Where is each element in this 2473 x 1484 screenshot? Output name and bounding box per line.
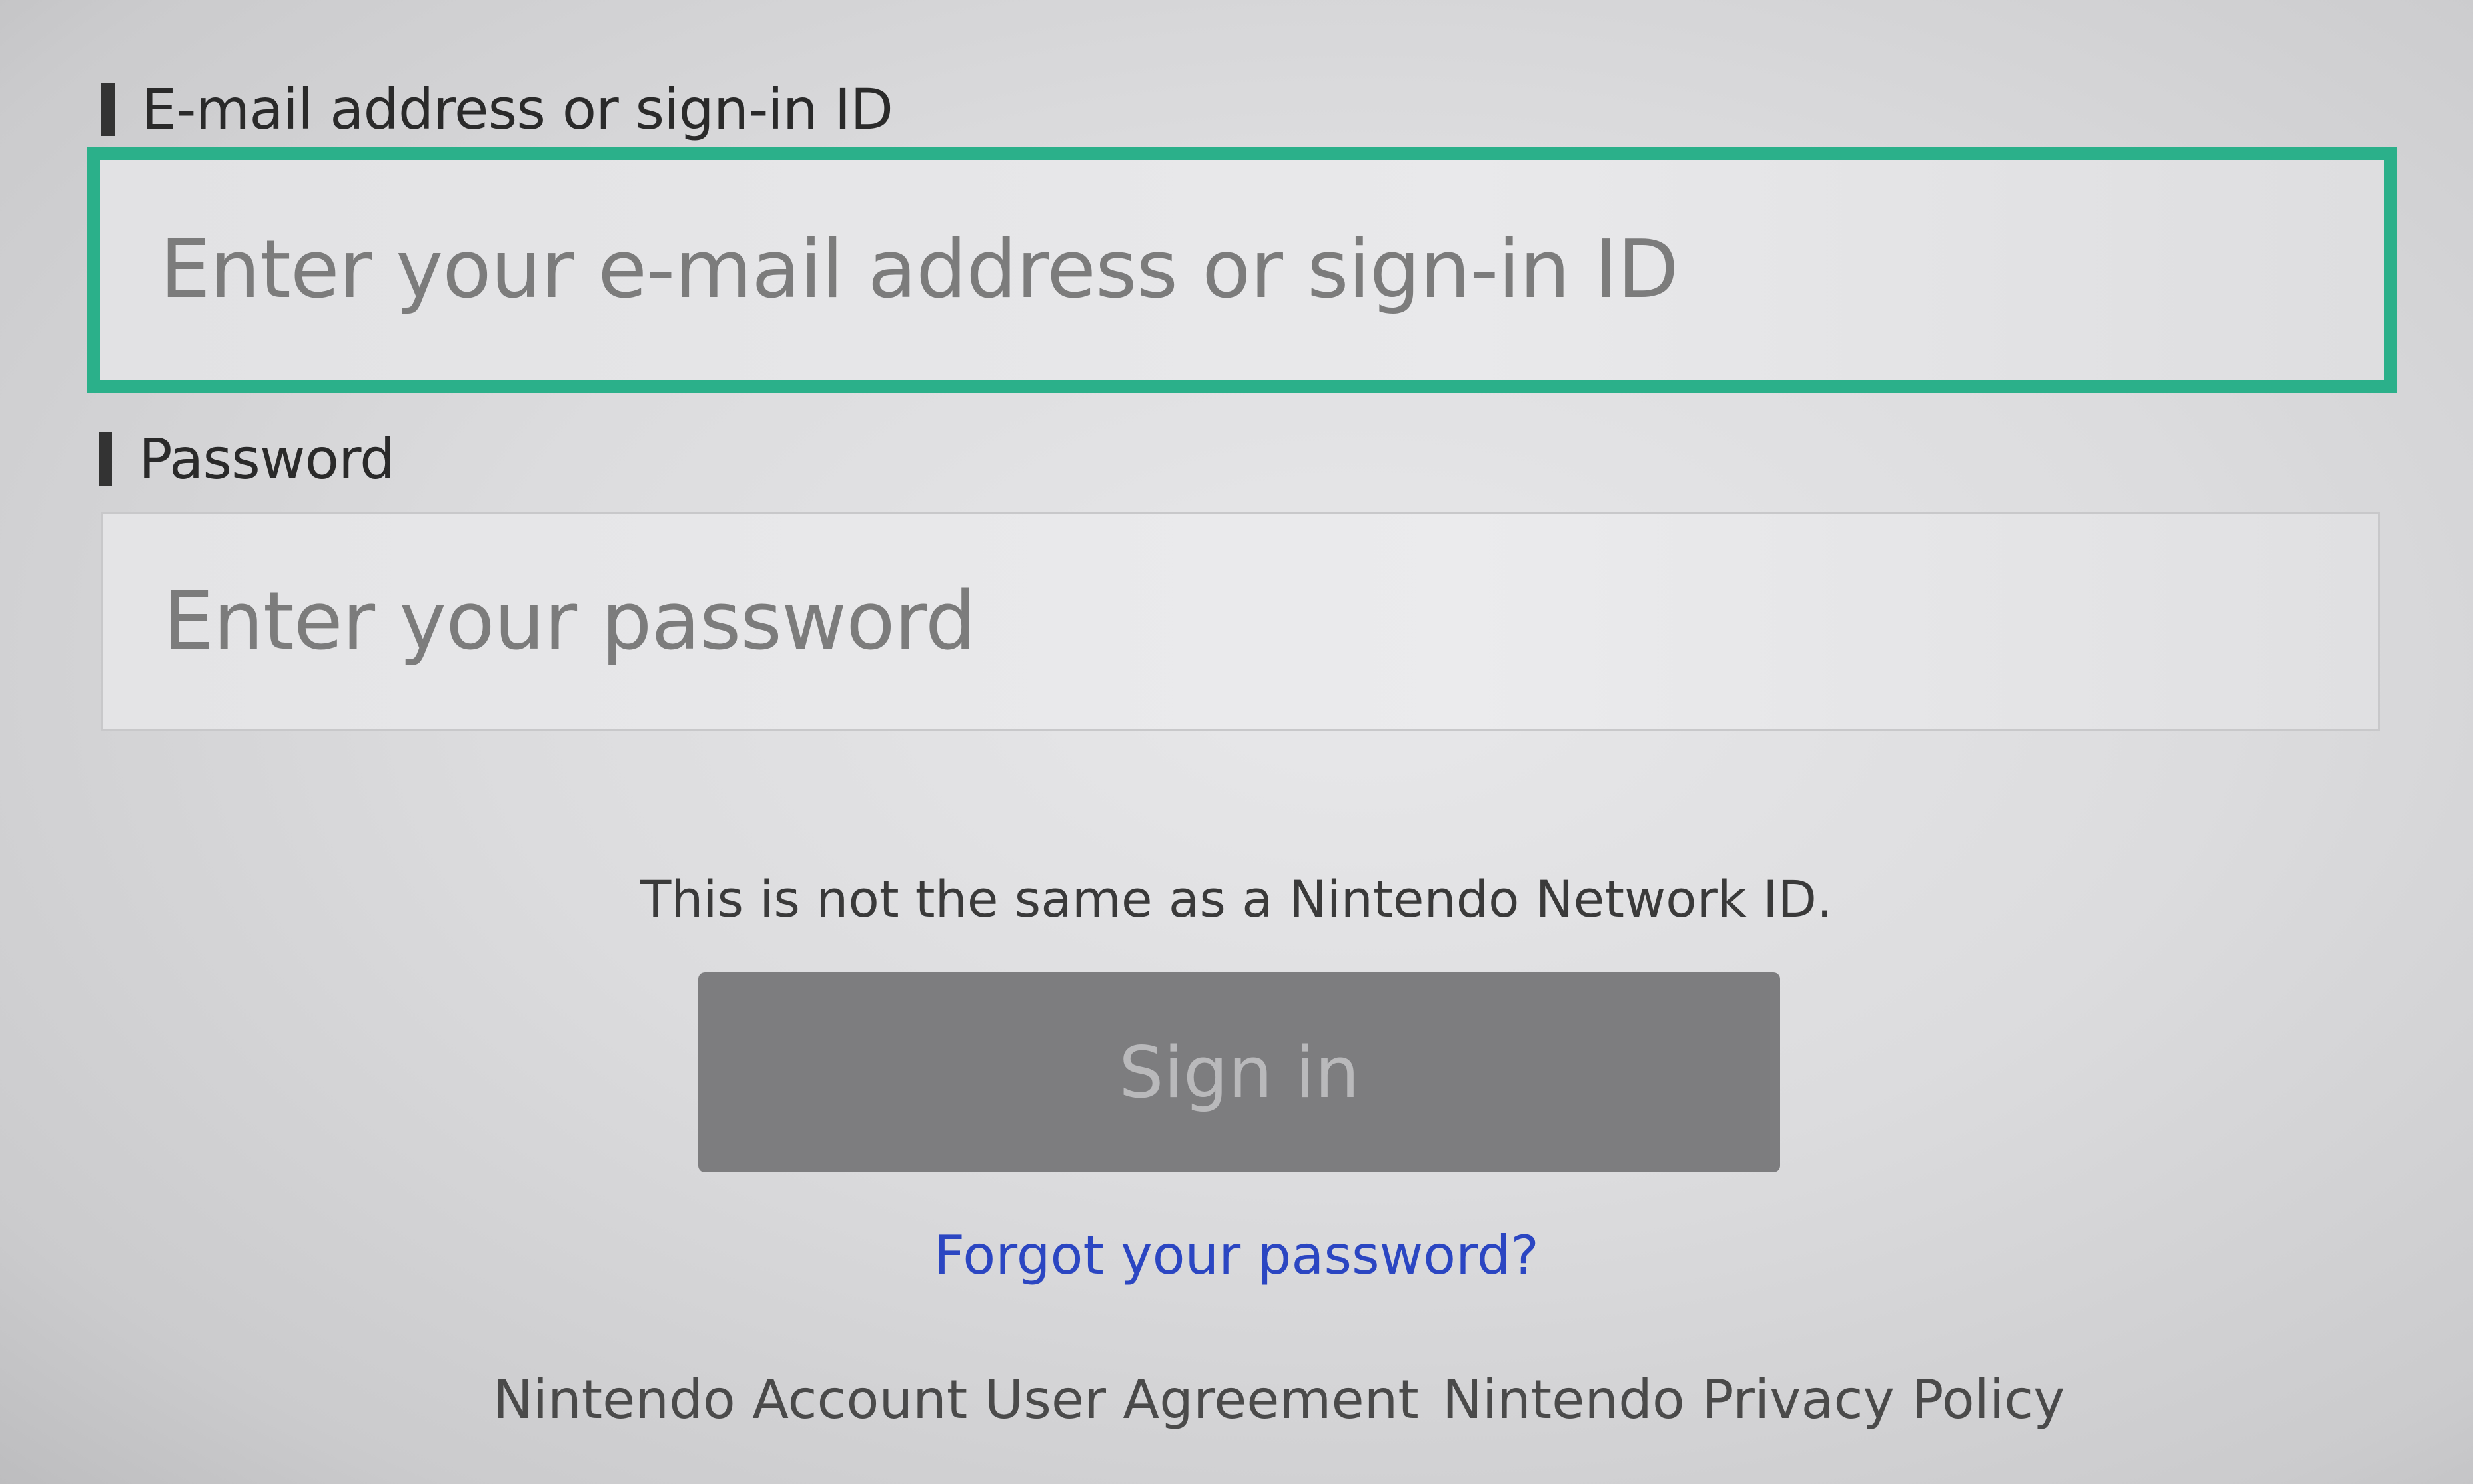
- email-label: E-mail address or sign-in ID: [101, 77, 893, 142]
- sign-in-button-label: Sign in: [1119, 1031, 1360, 1114]
- label-marker: [101, 83, 115, 136]
- password-input[interactable]: [103, 575, 2378, 668]
- email-label-text: E-mail address or sign-in ID: [141, 77, 893, 142]
- privacy-policy-link[interactable]: Nintendo Privacy Policy: [1442, 1369, 2065, 1431]
- network-id-notice: This is not the same as a Nintendo Netwo…: [640, 869, 1833, 928]
- label-marker: [99, 432, 112, 486]
- forgot-password-link[interactable]: Forgot your password?: [0, 1224, 2473, 1286]
- password-label: Password: [99, 426, 395, 492]
- user-agreement-link[interactable]: Nintendo Account User Agreement: [493, 1369, 1419, 1431]
- password-label-text: Password: [139, 426, 395, 492]
- password-field[interactable]: [101, 512, 2380, 731]
- sign-in-button[interactable]: Sign in: [698, 972, 1780, 1172]
- email-field[interactable]: [87, 147, 2397, 393]
- email-input[interactable]: [100, 223, 2384, 316]
